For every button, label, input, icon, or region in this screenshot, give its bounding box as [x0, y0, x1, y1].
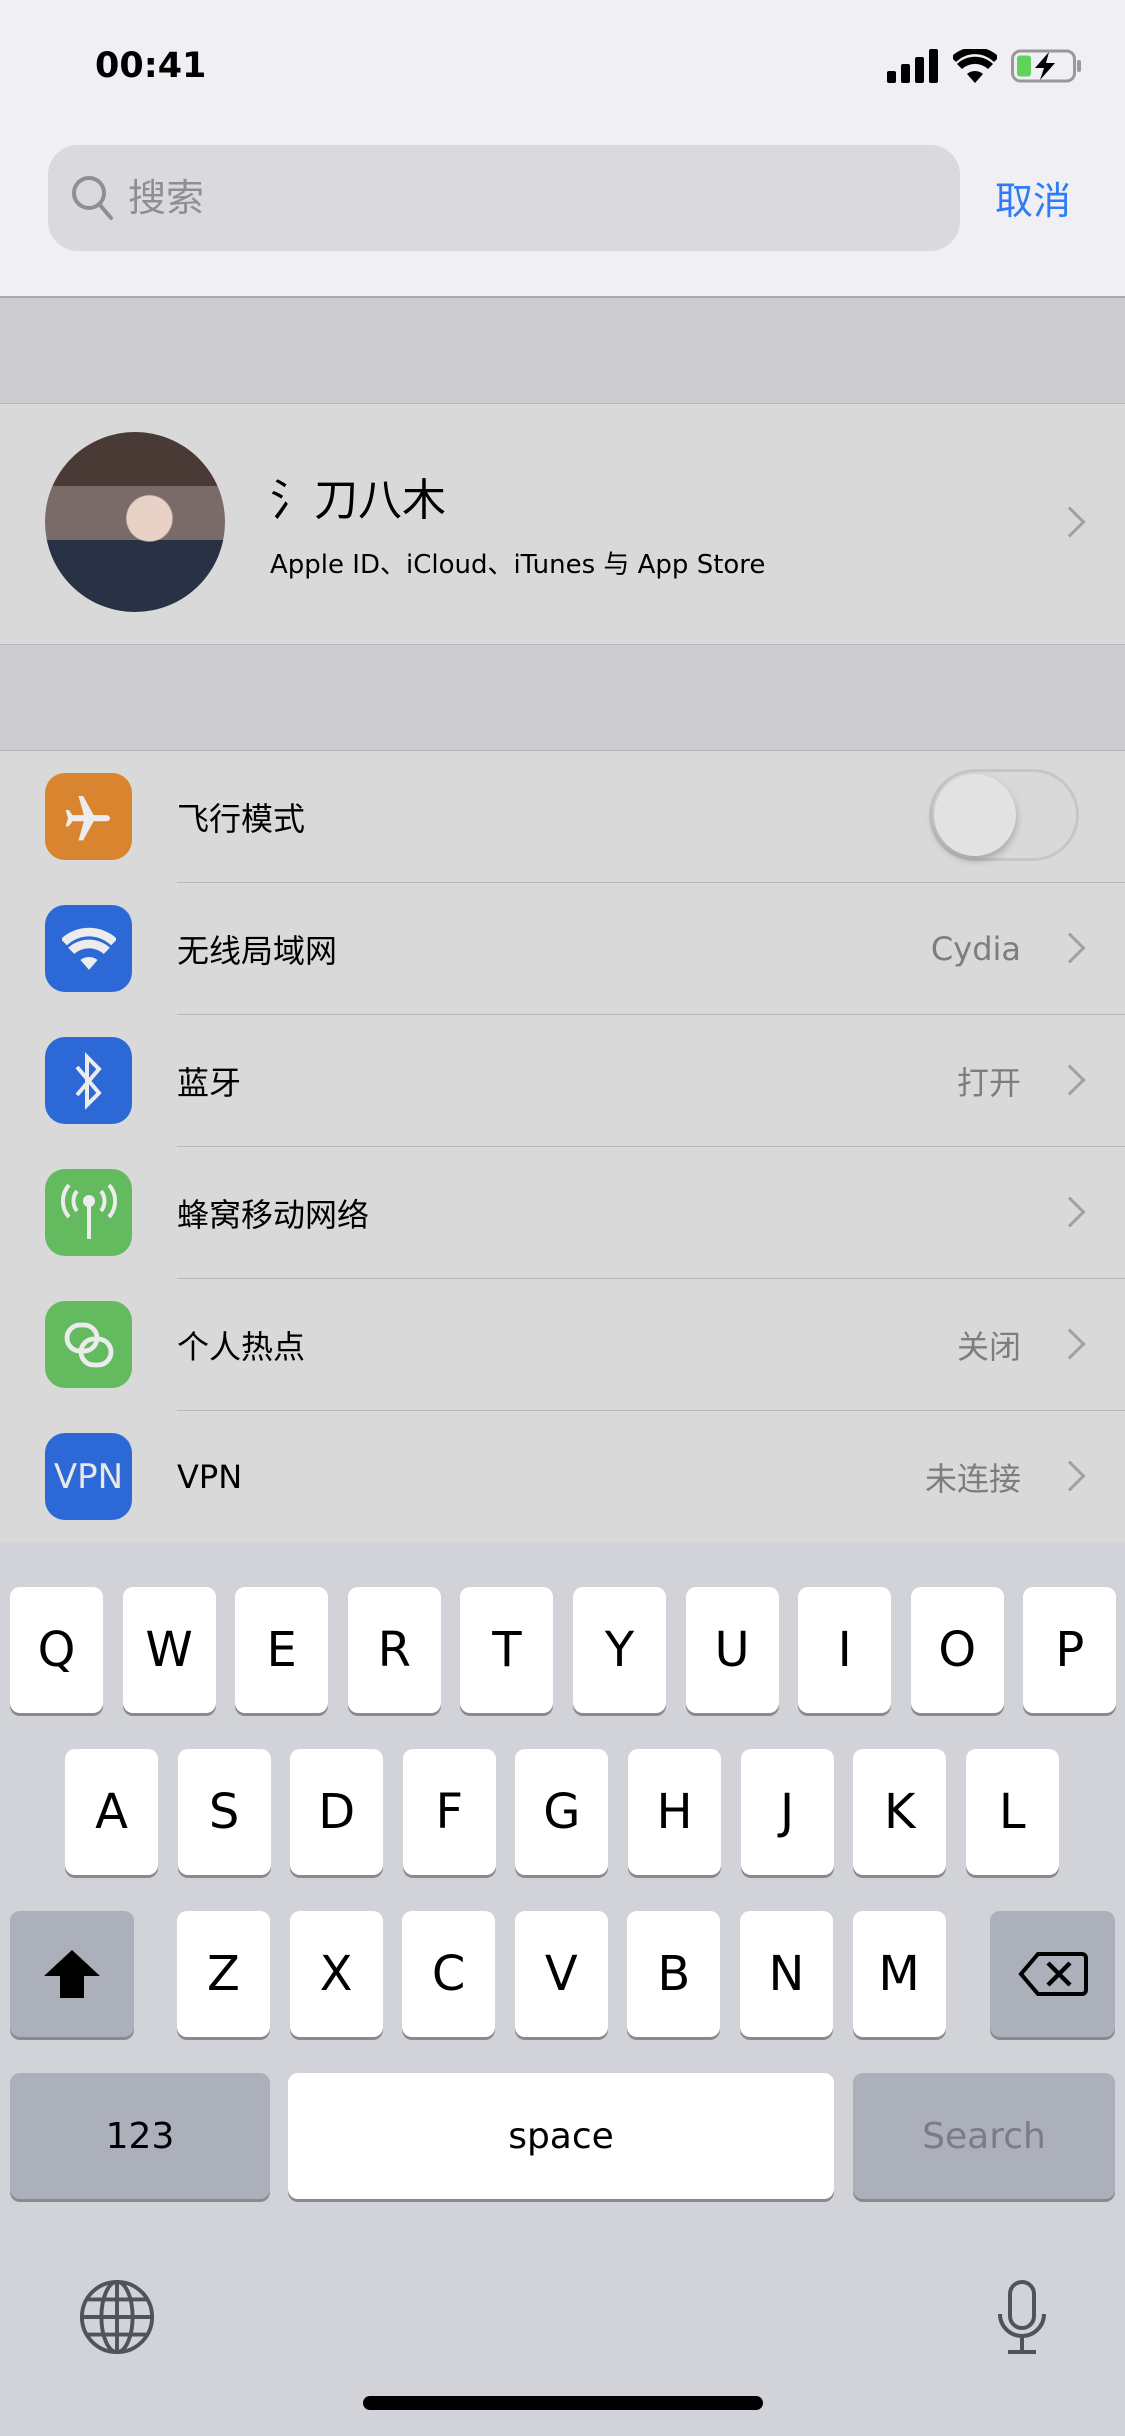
row-hotspot[interactable]: 个人热点 关闭 [0, 1279, 1125, 1411]
row-label: 蜂窝移动网络 [177, 1196, 370, 1234]
key-d[interactable]: D [290, 1749, 384, 1875]
key-x[interactable]: X [289, 1911, 383, 2037]
key-v[interactable]: V [514, 1911, 608, 2037]
airplane-icon [45, 773, 132, 860]
search-icon [72, 176, 113, 220]
signal-icon [887, 49, 938, 83]
wifi-icon [953, 49, 997, 83]
key-y[interactable]: Y [573, 1587, 666, 1713]
key-b[interactable]: B [627, 1911, 721, 2037]
key-w[interactable]: W [122, 1587, 216, 1713]
row-label: 无线局域网 [177, 932, 338, 970]
key-e[interactable]: E [235, 1587, 329, 1713]
key-h[interactable]: H [628, 1749, 721, 1875]
chevron-right-icon [1054, 1196, 1086, 1228]
battery-charging-icon [1011, 49, 1081, 83]
key-n[interactable]: N [740, 1911, 833, 2037]
hotspot-icon [45, 1301, 132, 1388]
delete-key[interactable] [990, 1911, 1115, 2037]
wifi-icon [45, 905, 132, 992]
status-icons [887, 48, 1083, 84]
row-label: 飞行模式 [177, 800, 306, 838]
shift-icon [44, 1950, 100, 1998]
row-value: Cydia [930, 930, 1021, 968]
key-c[interactable]: C [402, 1911, 496, 2037]
key-i[interactable]: I [798, 1587, 892, 1713]
key-s[interactable]: S [177, 1749, 271, 1875]
key-a[interactable]: A [65, 1749, 158, 1875]
avatar [45, 432, 225, 612]
key-j[interactable]: J [740, 1749, 834, 1875]
row-wlan[interactable]: 无线局域网 Cydia [0, 883, 1125, 1015]
key-z[interactable]: Z [177, 1911, 270, 2037]
section-spacer [0, 645, 1125, 750]
row-bluetooth[interactable]: 蓝牙 打开 [0, 1015, 1125, 1147]
key-r[interactable]: R [347, 1587, 441, 1713]
cancel-button[interactable]: 取消 [995, 170, 1071, 225]
chevron-right-icon [1054, 1460, 1086, 1492]
key-l[interactable]: L [965, 1749, 1059, 1875]
key-o[interactable]: O [910, 1587, 1004, 1713]
row-airplane-mode[interactable]: 飞行模式 [0, 751, 1125, 883]
chevron-right-icon [1054, 506, 1086, 538]
row-value: 未连接 [924, 1460, 1021, 1498]
chevron-right-icon [1054, 1328, 1086, 1360]
key-t[interactable]: T [460, 1587, 554, 1713]
key-f[interactable]: F [402, 1749, 496, 1875]
key-q[interactable]: Q [10, 1587, 103, 1713]
profile-subtitle: Apple ID、iCloud、iTunes 与 App Store [270, 550, 766, 580]
key-k[interactable]: K [853, 1749, 947, 1875]
antenna-icon [45, 1169, 132, 1256]
shift-key[interactable] [10, 1911, 134, 2037]
profile-row[interactable]: 氵刀八木 Apple ID、iCloud、iTunes 与 App Store [0, 403, 1125, 645]
row-label: 蓝牙 [177, 1064, 242, 1102]
settings-list: 飞行模式 无线局域网 Cydia 蓝牙 打开 蜂窝移动网络 个人热点 关闭 VP… [0, 750, 1125, 1544]
key-p[interactable]: P [1023, 1587, 1117, 1713]
key-m[interactable]: M [852, 1911, 946, 2037]
key-g[interactable]: G [515, 1749, 609, 1875]
row-label: 个人热点 [177, 1328, 306, 1366]
search-field[interactable] [48, 145, 960, 251]
status-time: 00:41 [95, 46, 207, 86]
delete-icon [1017, 1952, 1088, 1996]
search-input[interactable] [128, 176, 908, 220]
home-indicator [363, 2396, 763, 2410]
globe-icon[interactable] [78, 2278, 156, 2356]
key-u[interactable]: U [685, 1587, 779, 1713]
chevron-right-icon [1054, 932, 1086, 964]
row-value: 关闭 [956, 1328, 1021, 1366]
numbers-key[interactable]: 123 [10, 2073, 270, 2199]
row-cellular[interactable]: 蜂窝移动网络 [0, 1147, 1125, 1279]
profile-name: 氵刀八木 [270, 475, 446, 526]
search-key[interactable]: Search [853, 2073, 1115, 2199]
row-label: VPN [177, 1458, 243, 1496]
microphone-icon[interactable] [996, 2280, 1048, 2356]
bluetooth-icon [45, 1037, 132, 1124]
row-vpn[interactable]: VPN VPN 未连接 [0, 1411, 1125, 1543]
row-value: 打开 [956, 1064, 1021, 1102]
space-key[interactable]: space [288, 2073, 834, 2199]
vpn-icon: VPN [45, 1433, 132, 1520]
airplane-mode-toggle[interactable] [929, 769, 1079, 861]
chevron-right-icon [1054, 1064, 1086, 1096]
section-spacer [0, 298, 1125, 403]
